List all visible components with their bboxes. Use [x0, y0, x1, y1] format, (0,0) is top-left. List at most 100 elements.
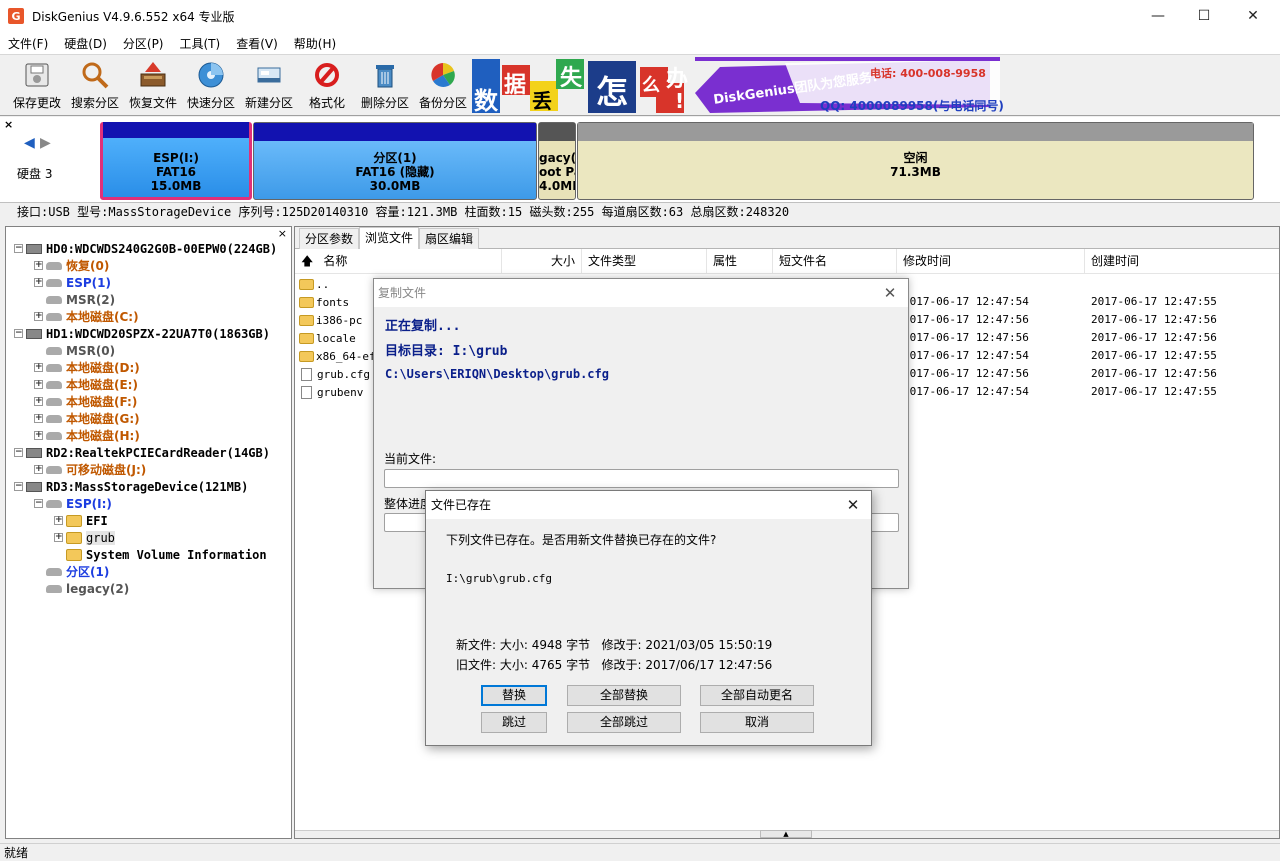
collapse-icon[interactable]: −	[14, 448, 23, 457]
col-modified[interactable]: 修改时间	[897, 249, 1085, 274]
partition-esp[interactable]: ESP(I:) FAT16 15.0MB	[100, 122, 252, 200]
save-changes-button[interactable]: 保存更改	[8, 55, 66, 115]
promo-banner[interactable]: 数 据 丢 失 怎 么 办 ! DiskGenius团队为您服务! 电话: 40…	[470, 57, 1004, 115]
partition-icon	[46, 261, 62, 270]
copy-dialog-title: 复制文件	[374, 279, 908, 307]
auto-rename-all-button[interactable]: 全部自动更名	[700, 685, 814, 706]
banner-phone: 电话: 400-008-9958	[870, 67, 986, 80]
tree-item-label: EFI	[86, 513, 108, 528]
expand-icon[interactable]: +	[34, 414, 43, 423]
menu-file[interactable]: 文件(F)	[0, 35, 56, 52]
tree-item[interactable]: + EFI	[54, 512, 108, 529]
tree-item[interactable]: 分区(1)	[34, 563, 109, 580]
file-name-cell: i386-pc	[299, 311, 362, 330]
tree-item[interactable]: − HD1:WDCWD20SPZX-22UA7T0(1863GB)	[14, 325, 270, 342]
tree-item[interactable]: MSR(0)	[34, 342, 115, 359]
expand-icon[interactable]: +	[34, 363, 43, 372]
col-attr[interactable]: 属性	[707, 249, 773, 274]
file-exists-dialog: 文件已存在 ✕ 下列文件已存在。是否用新文件替换已存在的文件? I:\grub\…	[425, 490, 872, 746]
menu-partition[interactable]: 分区(P)	[115, 35, 172, 52]
tree-panel-close-icon[interactable]: ×	[278, 227, 287, 240]
delete-partition-button[interactable]: 删除分区	[356, 55, 414, 115]
tree-item[interactable]: + ESP(1)	[34, 274, 111, 291]
tree-item[interactable]: legacy(2)	[34, 580, 129, 597]
recover-files-button[interactable]: 恢复文件	[124, 55, 182, 115]
tree-item[interactable]: + 本地磁盘(C:)	[34, 308, 139, 325]
tree-item[interactable]: + 可移动磁盘(J:)	[34, 461, 146, 478]
save-icon	[21, 59, 53, 91]
expand-icon[interactable]: +	[34, 278, 43, 287]
source-path-label: C:\Users\ERIQN\Desktop\grub.cfg	[385, 367, 609, 381]
expand-icon[interactable]: +	[34, 380, 43, 389]
tree-item[interactable]: − RD2:RealtekPCIECardReader(14GB)	[14, 444, 270, 461]
tree-item[interactable]: + 本地磁盘(F:)	[34, 393, 137, 410]
minimize-button[interactable]: —	[1135, 0, 1181, 32]
tree-item[interactable]: + 本地磁盘(G:)	[34, 410, 140, 427]
tree-item[interactable]: System Volume Information	[54, 546, 267, 563]
expand-icon[interactable]: +	[34, 312, 43, 321]
replace-all-button[interactable]: 全部替换	[567, 685, 681, 706]
col-name[interactable]: 🡅 名称	[295, 249, 502, 274]
menu-view[interactable]: 查看(V)	[228, 35, 286, 52]
replace-button[interactable]: 替换	[481, 685, 547, 706]
menu-help[interactable]: 帮助(H)	[286, 35, 344, 52]
exists-dialog-close-icon[interactable]: ✕	[835, 491, 871, 519]
next-disk-arrow-icon[interactable]: ▶	[40, 135, 51, 151]
tree-item[interactable]: + 本地磁盘(D:)	[34, 359, 140, 376]
cancel-button[interactable]: 取消	[700, 712, 814, 733]
tab-partition-params[interactable]: 分区参数	[299, 228, 360, 249]
expand-icon[interactable]: +	[54, 533, 63, 542]
partition-1[interactable]: 分区(1) FAT16 (隐藏) 30.0MB	[253, 122, 537, 200]
expand-icon[interactable]: +	[34, 431, 43, 440]
search-icon	[79, 59, 111, 91]
col-size[interactable]: 大小	[502, 249, 582, 274]
skip-all-button[interactable]: 全部跳过	[567, 712, 681, 733]
backup-partition-button[interactable]: 备份分区	[414, 55, 472, 115]
tree-item[interactable]: MSR(2)	[34, 291, 115, 308]
tab-sector-edit[interactable]: 扇区编辑	[419, 228, 480, 249]
expand-icon[interactable]: +	[54, 516, 63, 525]
delete-icon	[369, 59, 401, 91]
collapse-icon[interactable]: −	[14, 329, 23, 338]
collapse-icon[interactable]: −	[14, 482, 23, 491]
tree-item[interactable]: + grub	[54, 529, 115, 546]
tree-item-label: 分区(1)	[66, 565, 110, 579]
quick-partition-button[interactable]: 快速分区	[182, 55, 240, 115]
tree-item[interactable]: − ESP(I:)	[34, 495, 112, 512]
close-button[interactable]: ✕	[1230, 0, 1276, 32]
tree-item[interactable]: + 恢复(0)	[34, 257, 109, 274]
collapse-icon[interactable]: −	[14, 244, 23, 253]
menu-tools[interactable]: 工具(T)	[172, 35, 229, 52]
partition-legacy[interactable]: gacy(:oot Pa4.0ME	[538, 122, 576, 200]
expand-icon[interactable]: +	[34, 397, 43, 406]
tree-item[interactable]: − HD0:WDCWDS240G2G0B-00EPW0(224GB)	[14, 240, 277, 257]
banner-char-6: 么	[642, 75, 660, 96]
tab-browse-files[interactable]: 浏览文件	[359, 227, 420, 249]
free-space[interactable]: 空闲 71.3MB	[577, 122, 1254, 200]
new-partition-button[interactable]: 新建分区	[240, 55, 298, 115]
search-partition-button[interactable]: 搜索分区	[66, 55, 124, 115]
partition-icon	[46, 584, 62, 593]
skip-button[interactable]: 跳过	[481, 712, 547, 733]
diskmap-close-icon[interactable]: ×	[4, 118, 13, 131]
prev-disk-arrow-icon[interactable]: ◀	[24, 135, 35, 151]
tree-item[interactable]: + 本地磁盘(H:)	[34, 427, 140, 444]
tree-item-label: 恢复(0)	[66, 259, 110, 273]
menu-disk[interactable]: 硬盘(D)	[56, 35, 115, 52]
horizontal-scrollbar[interactable]: ▲	[295, 830, 1279, 838]
col-short-name[interactable]: 短文件名	[773, 249, 897, 274]
tree-item[interactable]: − RD3:MassStorageDevice(121MB)	[14, 478, 248, 495]
col-type[interactable]: 文件类型	[582, 249, 707, 274]
copy-dialog-close-icon[interactable]: ✕	[872, 279, 908, 307]
expand-icon[interactable]: +	[34, 261, 43, 270]
tree-item-label: ESP(I:)	[66, 496, 112, 511]
folder-icon	[299, 279, 314, 290]
tree-item[interactable]: + 本地磁盘(E:)	[34, 376, 138, 393]
maximize-button[interactable]: ☐	[1181, 0, 1227, 32]
tree-item-label: 本地磁盘(C:)	[66, 310, 139, 324]
format-button[interactable]: 格式化	[298, 55, 356, 115]
col-created[interactable]: 创建时间	[1085, 249, 1280, 274]
menu-bar: 文件(F) 硬盘(D) 分区(P) 工具(T) 查看(V) 帮助(H)	[0, 32, 1280, 54]
expand-icon[interactable]: +	[34, 465, 43, 474]
collapse-icon[interactable]: −	[34, 499, 43, 508]
